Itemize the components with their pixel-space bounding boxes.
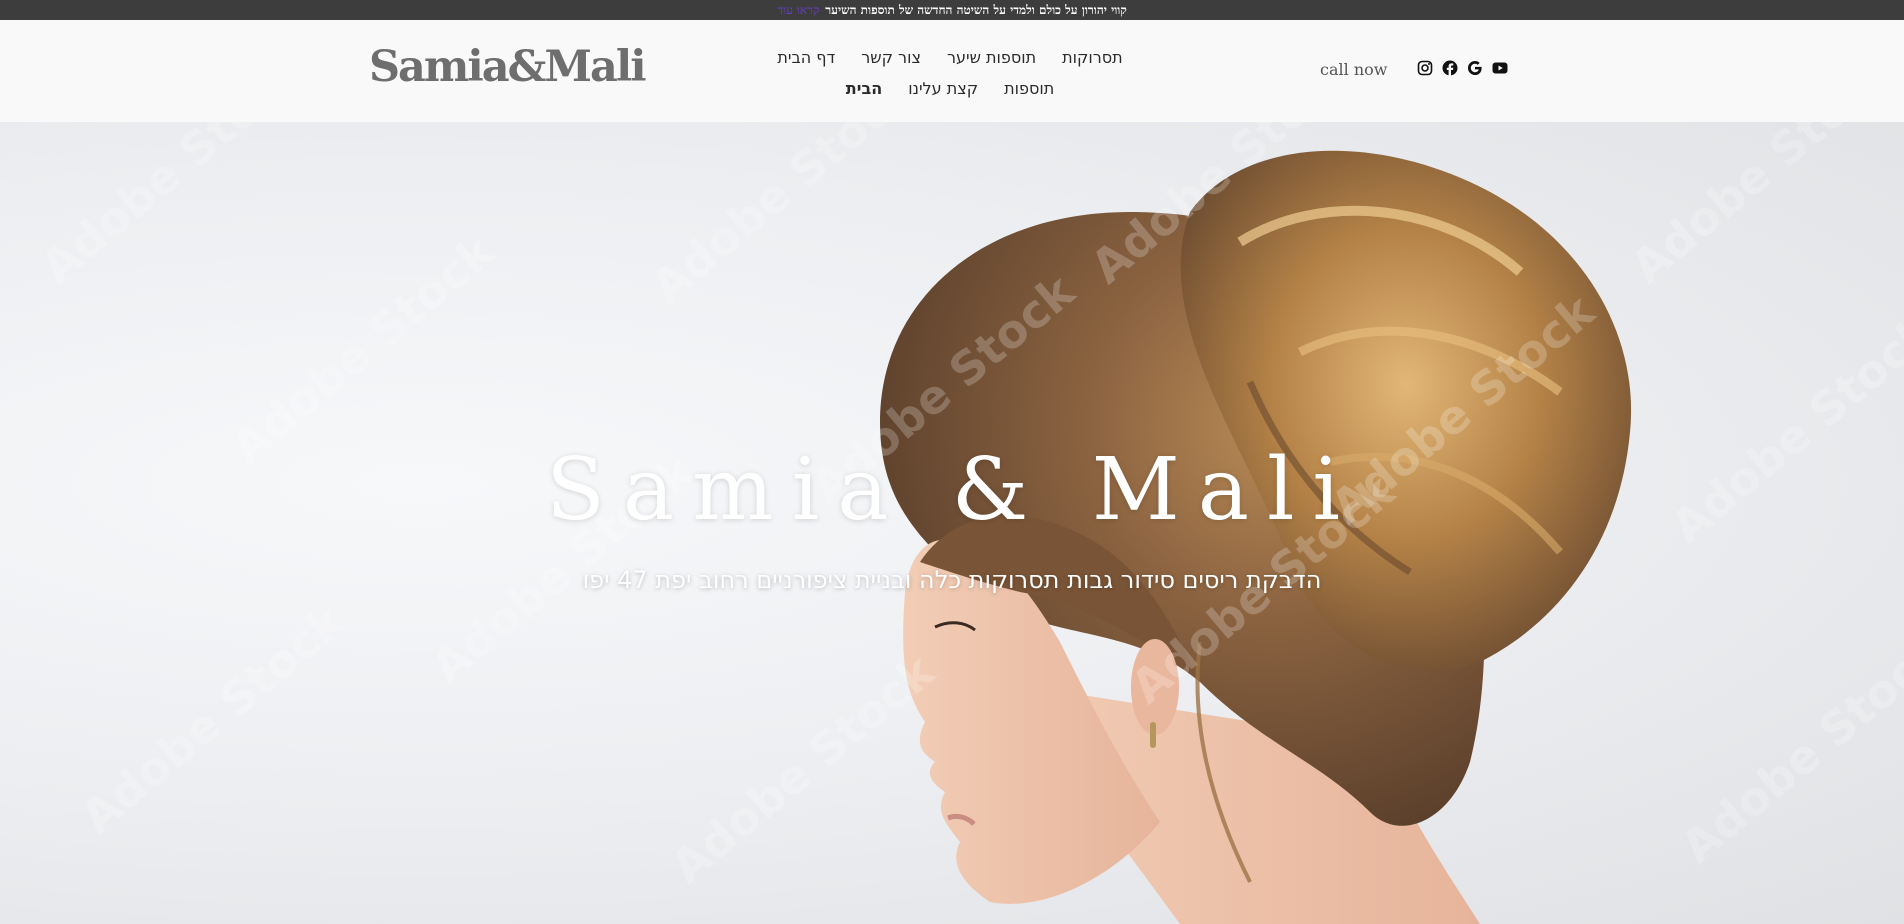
social-links (1417, 60, 1508, 76)
main-nav: תסרוקות תוספות שיער צור קשר דף הבית תוספ… (760, 42, 1140, 104)
nav-item-extensions[interactable]: תוספות (1004, 79, 1054, 98)
nav-item-home[interactable]: הבית (846, 79, 882, 98)
site-header: Samia&Mali תסרוקות תוספות שיער צור קשר ד… (0, 20, 1904, 122)
nav-row-2: תוספות קצת עלינו הבית (760, 73, 1140, 104)
nav-item-contact[interactable]: צור קשר (861, 48, 921, 67)
nav-row-1: תסרוקות תוספות שיער צור קשר דף הבית (760, 42, 1140, 73)
announcement-link[interactable]: קראו עוד (777, 3, 819, 18)
nav-item-home-page[interactable]: דף הבית (777, 48, 835, 67)
nav-item-hairstyles[interactable]: תסרוקות (1062, 48, 1123, 67)
hero-subtitle: הדבקת ריסים סידור גבות תסרוקות כלה ובניי… (582, 566, 1322, 594)
instagram-icon[interactable] (1417, 60, 1433, 76)
nav-item-hair-extensions[interactable]: תוספות שיער (947, 48, 1036, 67)
site-logo[interactable]: Samia&Mali (369, 46, 647, 89)
call-now-link[interactable]: call now (1320, 60, 1387, 79)
nav-item-about[interactable]: קצת עלינו (908, 79, 978, 98)
google-icon[interactable] (1467, 60, 1483, 76)
announcement-text: קווי יהורון על כולם ולמדי על השיטה החדשה… (825, 2, 1127, 17)
hero-banner: Adobe Stock Adobe Stock Adobe Stock Adob… (0, 122, 1904, 924)
youtube-icon[interactable] (1492, 60, 1508, 76)
hero-title: Samia & Mali (545, 440, 1359, 540)
facebook-icon[interactable] (1442, 60, 1458, 76)
announcement-bar: קווי יהורון על כולם ולמדי על השיטה החדשה… (0, 0, 1904, 20)
